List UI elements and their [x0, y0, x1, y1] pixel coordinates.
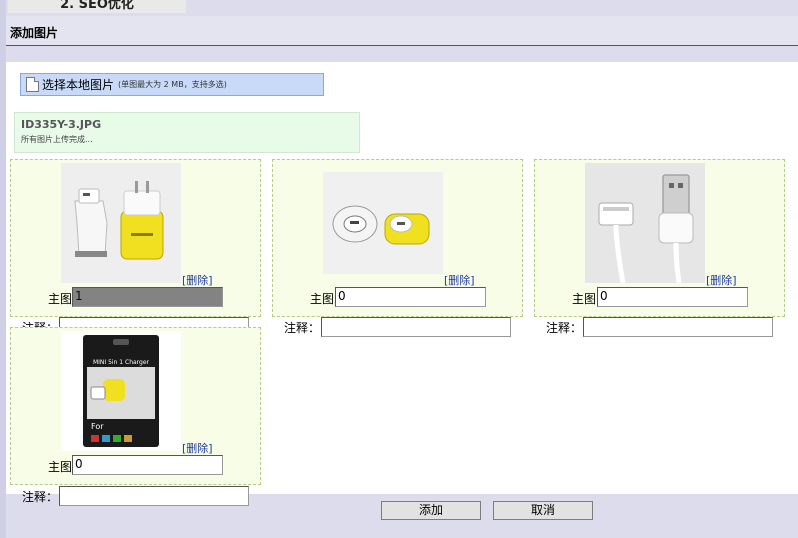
main-image-label: 主图 — [572, 292, 597, 306]
uploaded-file-name: ID335Y-3.JPG — [21, 118, 102, 131]
cancel-button[interactable]: 取消 — [493, 501, 593, 520]
main-image-label: 主图 — [48, 460, 73, 474]
add-button[interactable]: 添加 — [381, 501, 481, 520]
package-for-text: For — [91, 422, 104, 431]
upload-status: ID335Y-3.JPG 所有图片上传完成... — [14, 112, 360, 153]
product-thumbnail-package: MINI 5in 1 Charger For — [61, 331, 181, 451]
main-image-input-2[interactable]: 0 — [335, 287, 486, 307]
product-thumbnail-car-charger — [323, 172, 443, 274]
note-label: 注释： — [284, 321, 321, 335]
product-thumbnail-charger-set — [61, 163, 181, 283]
note-label: 注释： — [546, 321, 583, 335]
delete-image-1-link[interactable]: [删除] — [182, 272, 213, 288]
upload-status-message: 所有图片上传完成... — [21, 135, 93, 144]
note-input-2[interactable] — [321, 317, 511, 337]
product-thumbnail-usb-cable — [585, 163, 705, 283]
seo-tab[interactable]: 2. SEO优化 — [8, 0, 186, 13]
main-image-label: 主图 — [48, 292, 73, 306]
note-input-3[interactable] — [583, 317, 773, 337]
upload-label: 选择本地图片 — [42, 78, 115, 92]
note-label: 注释： — [22, 490, 59, 504]
main-image-input-1[interactable]: 1 — [72, 287, 223, 307]
package-title-text: MINI 5in 1 Charger — [93, 359, 150, 366]
select-local-image-button[interactable]: 选择本地图片 (单图最大为 2 MB，支持多选) — [20, 73, 324, 96]
section-header: 添加图片 — [6, 16, 798, 46]
delete-image-3-link[interactable]: [删除] — [706, 272, 737, 288]
delete-image-2-link[interactable]: [删除] — [444, 272, 475, 288]
main-image-input-3[interactable]: 0 — [597, 287, 748, 307]
upload-hint: (单图最大为 2 MB，支持多选) — [118, 80, 227, 89]
section-title: 添加图片 — [10, 26, 59, 40]
main-image-input-4[interactable]: 0 — [72, 455, 223, 475]
note-input-4[interactable] — [59, 486, 249, 506]
file-icon — [26, 77, 39, 92]
main-image-label: 主图 — [310, 292, 335, 306]
delete-image-4-link[interactable]: [删除] — [182, 440, 213, 456]
